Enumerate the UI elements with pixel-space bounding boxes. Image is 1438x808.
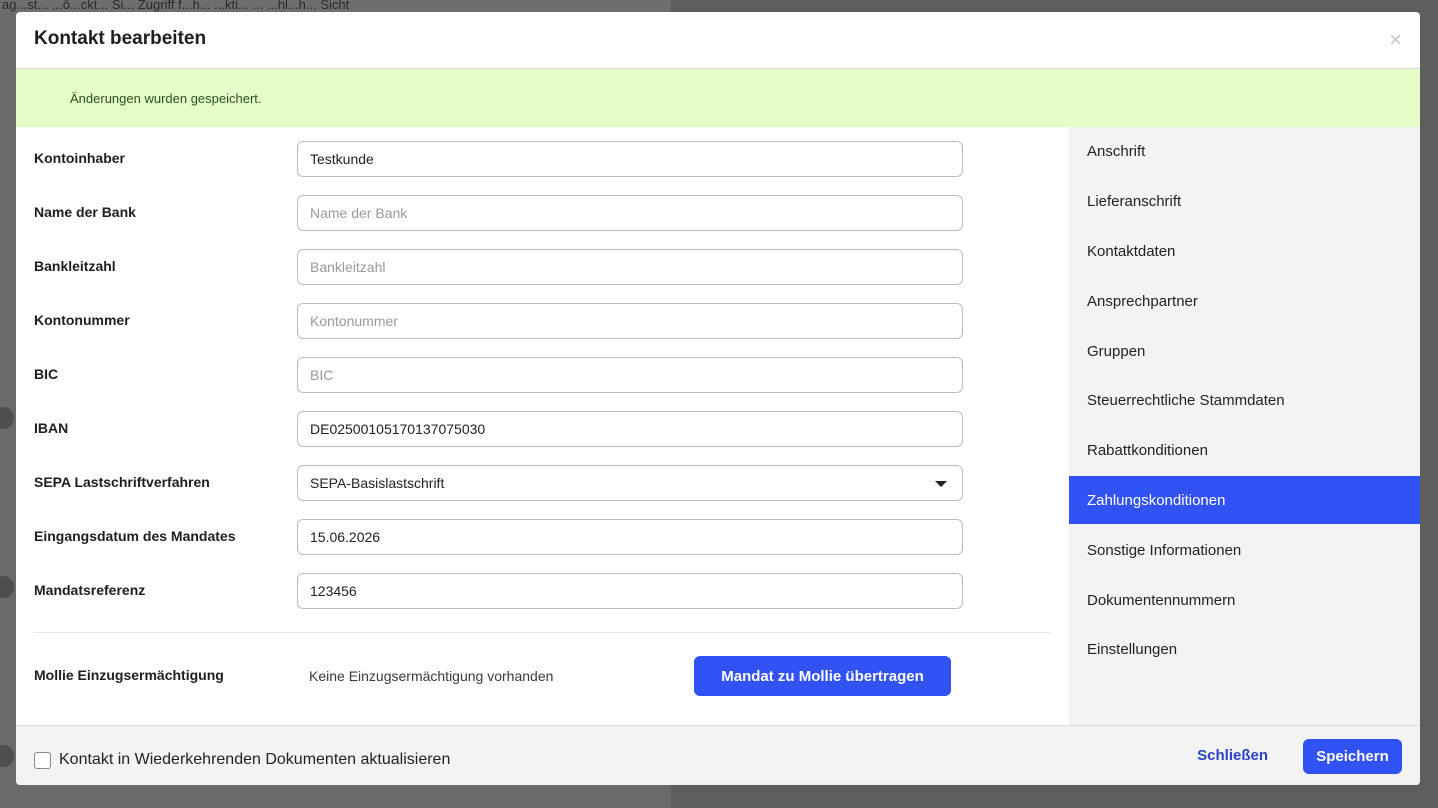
bic-input[interactable]: [297, 357, 963, 393]
mandate-reference-label: Mandatsreferenz: [34, 582, 146, 598]
payment-form: Kontoinhaber Name der Bank Bankleitzahl …: [34, 127, 1051, 725]
bank-code-input[interactable]: [297, 249, 963, 285]
account-holder-label: Kontoinhaber: [34, 150, 125, 166]
bank-name-input[interactable]: [297, 195, 963, 231]
mollie-status-text: Keine Einzugsermächtigung vorhanden: [309, 668, 554, 684]
transfer-mandate-button[interactable]: Mandat zu Mollie übertragen: [694, 656, 951, 696]
nav-item-delivery-address[interactable]: Lieferanschrift: [1069, 177, 1420, 225]
form-row-account-holder: Kontoinhaber: [34, 141, 964, 177]
bic-label: BIC: [34, 366, 59, 382]
nav-item-tax-data[interactable]: Steuerrechtliche Stammdaten: [1069, 376, 1420, 424]
bank-code-label: Bankleitzahl: [34, 258, 116, 274]
close-button[interactable]: Schließen: [1197, 747, 1268, 764]
account-number-input[interactable]: [297, 303, 963, 339]
nav-item-other-info[interactable]: Sonstige Informationen: [1069, 526, 1420, 574]
account-holder-input[interactable]: [297, 141, 963, 177]
success-message: Änderungen wurden gespeichert.: [70, 90, 262, 106]
edit-contact-modal: Kontakt bearbeiten × Änderungen wurden g…: [16, 12, 1420, 785]
side-navigation: Anschrift Lieferanschrift Kontaktdaten A…: [1069, 127, 1420, 725]
form-divider: [34, 632, 1051, 633]
nav-item-settings[interactable]: Einstellungen: [1069, 625, 1420, 673]
save-button[interactable]: Speichern: [1303, 739, 1402, 774]
nav-item-contact-data[interactable]: Kontaktdaten: [1069, 227, 1420, 275]
iban-input[interactable]: [297, 411, 963, 447]
nav-item-document-numbers[interactable]: Dokumentennummern: [1069, 576, 1420, 624]
nav-item-contact-persons[interactable]: Ansprechpartner: [1069, 277, 1420, 325]
form-row-mandate-reference: Mandatsreferenz: [34, 573, 964, 609]
mandate-date-input[interactable]: [297, 519, 963, 555]
bank-name-label: Name der Bank: [34, 204, 136, 220]
form-row-bank-code: Bankleitzahl: [34, 249, 964, 285]
form-row-sepa-method: SEPA Lastschriftverfahren SEPA-Basislast…: [34, 465, 964, 501]
account-number-label: Kontonummer: [34, 312, 130, 328]
nav-item-address[interactable]: Anschrift: [1069, 127, 1420, 175]
modal-content: Kontoinhaber Name der Bank Bankleitzahl …: [16, 127, 1420, 725]
sepa-method-value: SEPA-Basislastschrift: [310, 475, 445, 491]
nav-item-payment-conditions[interactable]: Zahlungskonditionen: [1069, 476, 1420, 524]
chevron-down-icon: [935, 481, 947, 487]
sepa-method-label: SEPA Lastschriftverfahren: [34, 474, 210, 490]
mandate-date-label: Eingangsdatum des Mandates: [34, 528, 236, 544]
success-alert: Änderungen wurden gespeichert.: [16, 69, 1420, 127]
modal-header: Kontakt bearbeiten ×: [16, 12, 1420, 69]
iban-label: IBAN: [34, 420, 69, 436]
modal-footer: Kontakt in Wiederkehrenden Dokumenten ak…: [16, 725, 1420, 785]
mandate-reference-input[interactable]: [297, 573, 963, 609]
form-row-iban: IBAN: [34, 411, 964, 447]
mollie-label: Mollie Einzugsermächtigung: [34, 667, 224, 683]
update-recurring-checkbox[interactable]: [34, 752, 51, 769]
form-row-account-number: Kontonummer: [34, 303, 964, 339]
form-row-bic: BIC: [34, 357, 964, 393]
update-recurring-label[interactable]: Kontakt in Wiederkehrenden Dokumenten ak…: [59, 751, 450, 769]
form-row-mandate-date: Eingangsdatum des Mandates: [34, 519, 964, 555]
form-row-bank-name: Name der Bank: [34, 195, 964, 231]
sepa-method-select[interactable]: SEPA-Basislastschrift: [297, 465, 963, 501]
nav-item-groups[interactable]: Gruppen: [1069, 327, 1420, 375]
close-icon[interactable]: ×: [1389, 29, 1402, 51]
nav-item-discount-conditions[interactable]: Rabattkonditionen: [1069, 426, 1420, 474]
modal-title: Kontakt bearbeiten: [34, 28, 207, 49]
